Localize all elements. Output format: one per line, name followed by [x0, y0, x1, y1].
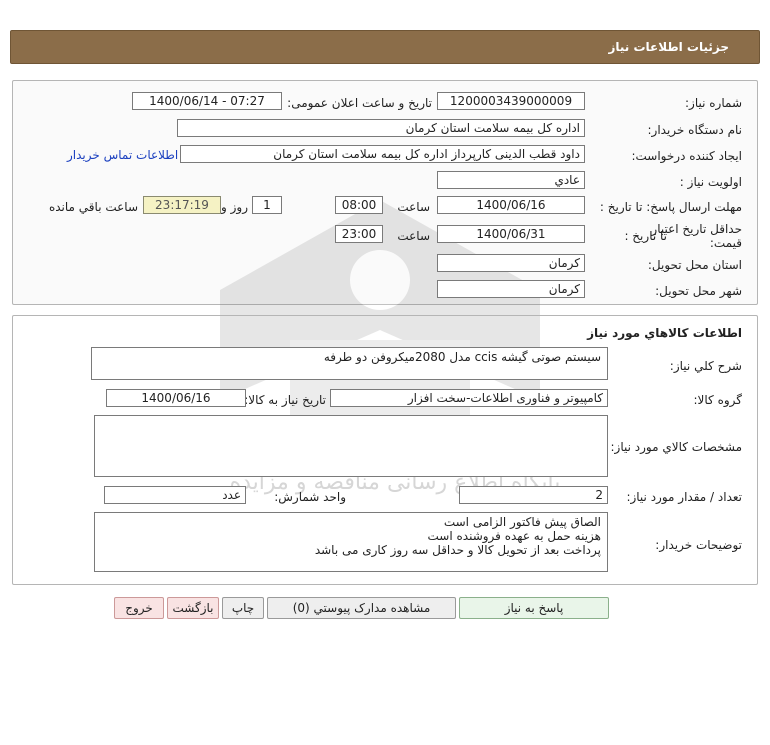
province-label: استان محل تحویل: [647, 258, 742, 272]
days-label: روز و [221, 200, 248, 214]
announce-field: 1400/06/14 - 07:27 [132, 92, 282, 110]
qty-field: 2 [459, 486, 608, 504]
exit-button[interactable]: خروج [114, 597, 164, 619]
requester-label: ایجاد کننده درخواست: [631, 149, 742, 163]
deadline-date-field: 1400/06/16 [437, 196, 585, 214]
back-button[interactable]: بازگشت [167, 597, 219, 619]
days-field: 1 [252, 196, 282, 214]
goods-group-label: گروه کالا: [693, 393, 743, 407]
validity-time-field: 23:00 [335, 225, 383, 243]
view-attachments-button[interactable]: مشاهده مدارک پيوستي (0) [267, 597, 456, 619]
priority-label: اولویت نیاز : [679, 175, 742, 189]
need-date-label: تاریخ نیاز به کالا: [244, 393, 326, 407]
validity-to-label: تا تاریخ : [624, 229, 667, 243]
need-number-field: 1200003439000009 [437, 92, 585, 110]
remaining-time-field: 23:17:19 [143, 196, 221, 214]
goods-desc-label: شرح کلي نياز: [669, 359, 742, 373]
unit-label: واحد شمارش: [274, 490, 346, 504]
deadline-time-field: 08:00 [335, 196, 383, 214]
requester-field: داود قطب الدینی کارپرداز اداره کل بیمه س… [180, 145, 585, 163]
goods-group-field: کامپیوتر و فناوری اطلاعات-سخت افزار [330, 389, 608, 407]
priority-field: عادي [437, 171, 585, 189]
city-field: کرمان [437, 280, 585, 298]
validity-date-field: 1400/06/31 [437, 225, 585, 243]
buyer-note-line: الصاق پیش فاکتور الزامی است [443, 515, 601, 529]
buyer-note-line: هزینه حمل به عهده فروشنده است [427, 529, 602, 543]
specs-field [94, 415, 608, 477]
need-date-field: 1400/06/16 [106, 389, 246, 407]
announce-label: تاریخ و ساعت اعلان عمومی: [287, 96, 432, 110]
qty-label: تعداد / مقدار مورد نیاز: [626, 490, 742, 504]
buyer-note-line: پرداخت بعد از تحویل کالا و حداقل سه روز … [314, 543, 601, 557]
buyer-notes-label: توضیحات خریدار: [655, 538, 742, 552]
need-info-panel [12, 80, 758, 305]
buyer-contact-link[interactable]: اطلاعات تماس خریدار [67, 148, 178, 162]
goods-section-title: اطلاعات کالاهاي مورد نياز [587, 326, 742, 340]
buyer-org-field: اداره کل بیمه سلامت استان کرمان [177, 119, 585, 137]
deadline-label: مهلت ارسال پاسخ: تا تاریخ : [599, 200, 742, 214]
buyer-org-label: نام دستگاه خریدار: [647, 123, 743, 137]
remaining-label: ساعت باقي مانده [48, 200, 138, 214]
page-title: جزئیات اطلاعات نیاز [608, 40, 729, 54]
need-number-label: شماره نیاز: [685, 96, 742, 110]
unit-field: عدد [104, 486, 246, 504]
city-label: شهر محل تحویل: [655, 284, 742, 298]
specs-label: مشخصات کالاي مورد نياز: [610, 440, 742, 454]
goods-desc-field: سیستم صوتی گیشه ccis مدل 2080میکروفن دو … [91, 347, 608, 380]
validity-time-label: ساعت [397, 229, 430, 243]
validity-label-line2: قیمت: [709, 236, 742, 250]
province-field: کرمان [437, 254, 585, 272]
print-button[interactable]: چاپ [222, 597, 264, 619]
reply-button[interactable]: پاسخ به نياز [459, 597, 609, 619]
buyer-notes-field: الصاق پیش فاکتور الزامی است هزینه حمل به… [94, 512, 608, 572]
deadline-time-label: ساعت [397, 200, 430, 214]
page-header: جزئیات اطلاعات نیاز [10, 30, 760, 64]
